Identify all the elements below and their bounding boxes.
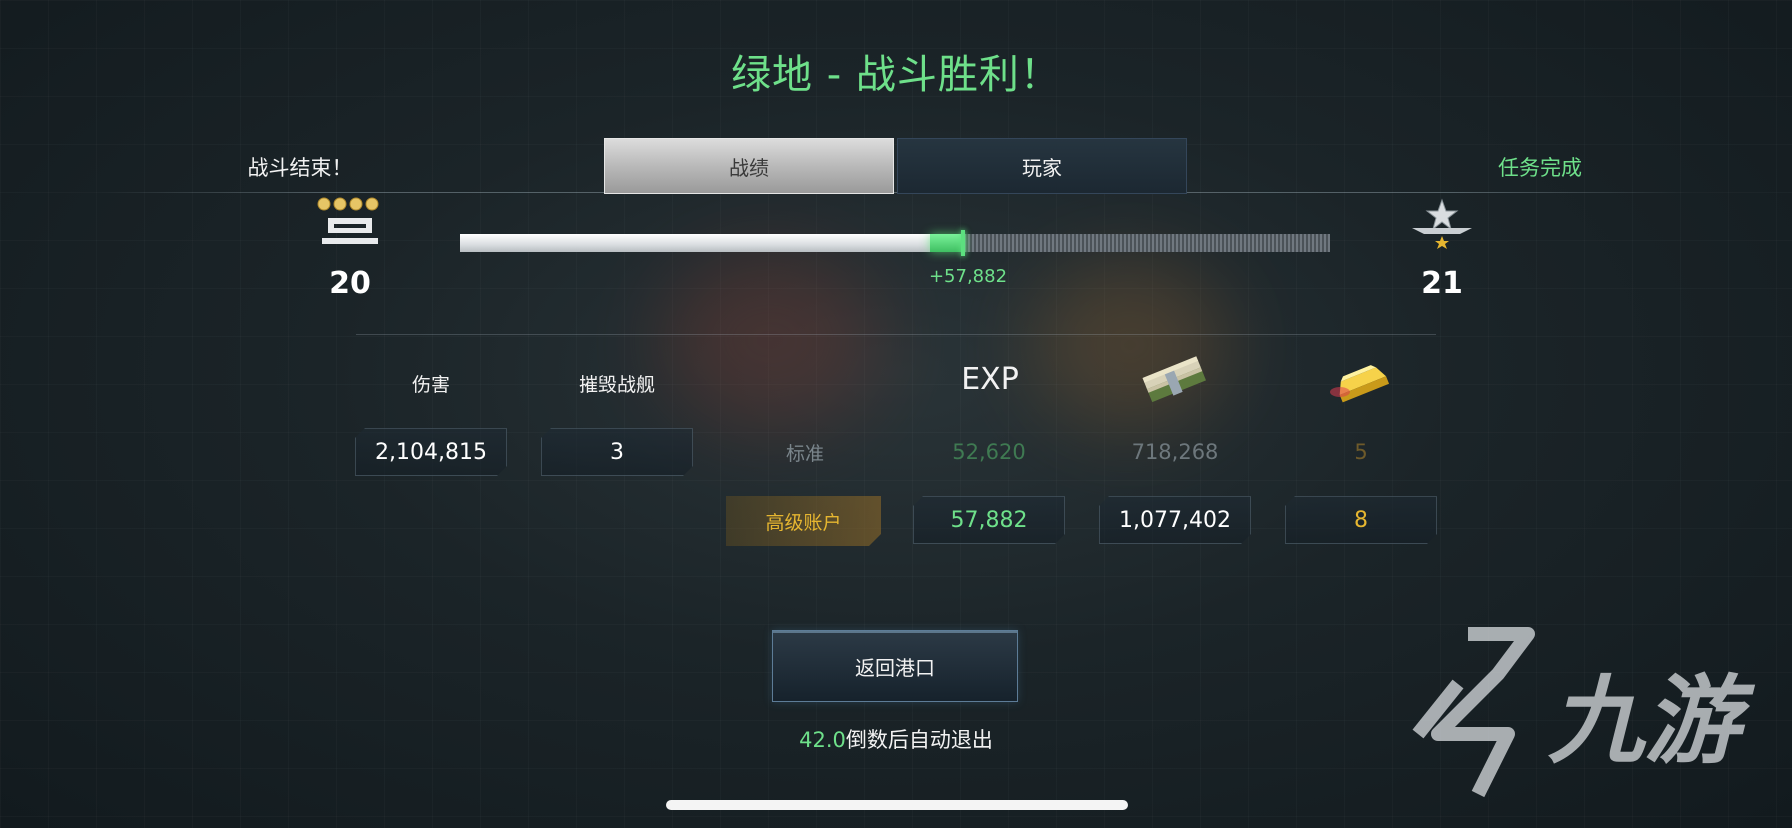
premium-credits-value: 1,077,402 [1099, 496, 1251, 544]
damage-value: 2,104,815 [355, 428, 507, 476]
star-rank-icon [1412, 198, 1472, 249]
watermark-text: 九游 [1548, 665, 1756, 777]
premium-account-label: 高级账户 [726, 496, 881, 546]
countdown-text: 倒数后自动退出 [845, 728, 993, 752]
exp-gain-text: +57,882 [928, 266, 1008, 287]
rank-insignia-icon [317, 197, 379, 244]
current-level: 20 [329, 266, 371, 301]
battle-result-title: 绿地 - 战斗胜利！ [731, 52, 1061, 98]
countdown-seconds: 42.0 [799, 728, 846, 752]
standard-exp-value: 52,620 [952, 440, 1026, 464]
header-divider [100, 192, 1692, 193]
destroyed-ships-header: 摧毁战舰 [578, 374, 655, 396]
gold-bar-icon [1330, 365, 1390, 403]
exp-header: EXP [961, 362, 1019, 397]
damage-header: 伤害 [411, 374, 450, 396]
exp-progress-base-fill [460, 234, 930, 252]
premium-exp-value: 57,882 [913, 496, 1065, 544]
return-to-port-button[interactable]: 返回港口 [772, 630, 1018, 702]
home-indicator[interactable] [666, 800, 1128, 810]
standard-label: 标准 [785, 442, 824, 465]
background-blur-red [660, 250, 880, 430]
battle-end-label: 战斗结束！ [247, 156, 353, 180]
section-divider [356, 334, 1436, 335]
tab-players[interactable]: 玩家 [897, 138, 1187, 194]
cash-stack-icon [1142, 356, 1207, 403]
mission-complete-label: 任务完成 [1498, 156, 1582, 180]
exp-progress-bar [460, 230, 1330, 256]
destroyed-ships-value: 3 [541, 428, 693, 476]
exp-progress-gain-fill [929, 234, 963, 252]
exp-progress-marker [960, 230, 965, 256]
standard-credits-value: 718,268 [1131, 440, 1219, 464]
tab-record[interactable]: 战绩 [604, 138, 894, 194]
premium-gold-value: 8 [1285, 496, 1437, 544]
standard-gold-value: 5 [1354, 440, 1368, 464]
jiuyou-watermark-logo: 九游 [1412, 627, 1756, 798]
next-level: 21 [1421, 266, 1463, 301]
